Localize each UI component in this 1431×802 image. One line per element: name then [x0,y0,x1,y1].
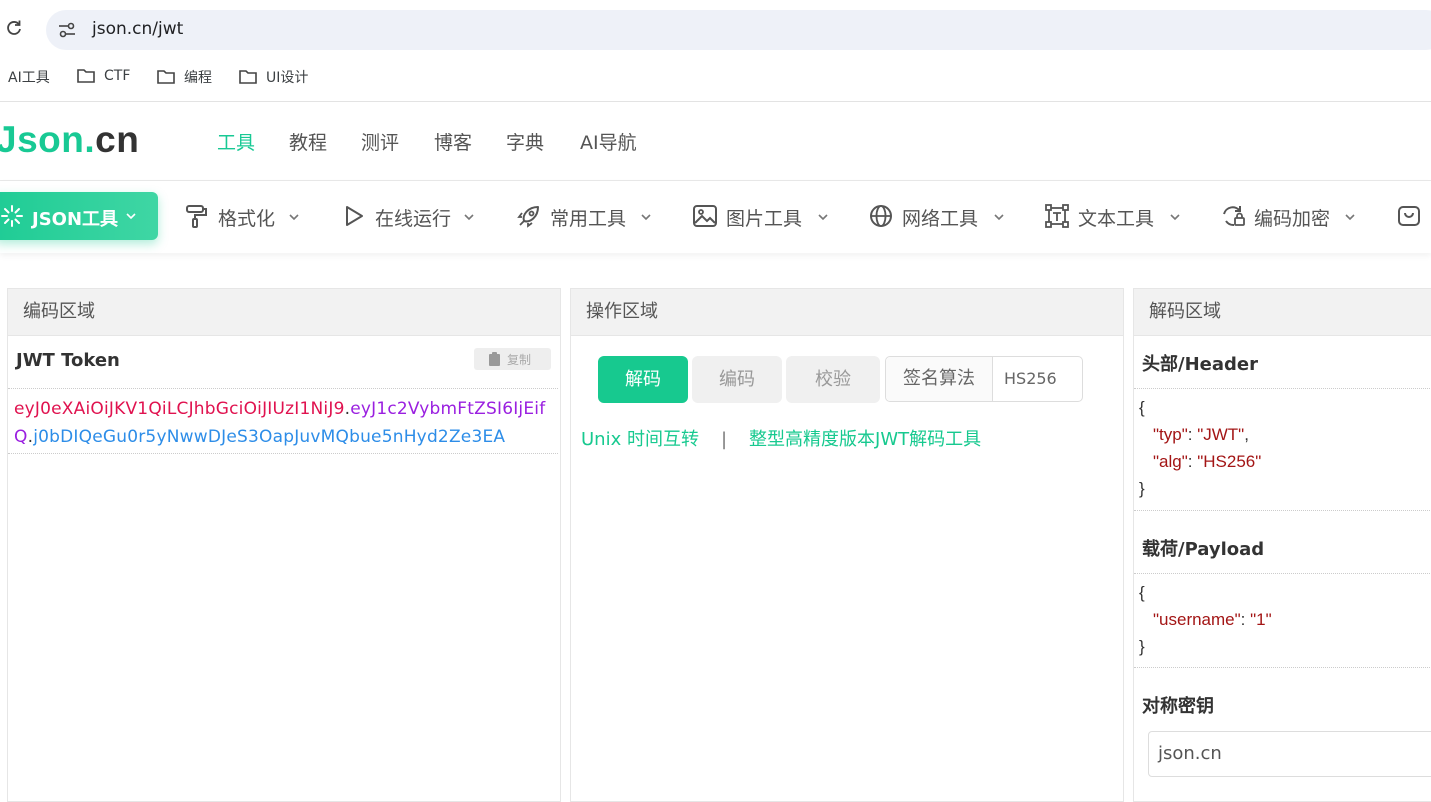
colon: : [1240,610,1251,629]
colon: : [1187,425,1198,444]
link-separator: | [720,429,728,450]
url-text[interactable]: json.cn/jwt [92,19,183,39]
bookmark-label: AI工具 [8,70,50,86]
payload-label: 载荷/Payload [1142,539,1265,560]
unix-time-link[interactable]: Unix 时间互转 [581,429,699,450]
logo-part1: Json. [0,119,96,160]
verify-button[interactable]: 校验 [786,356,880,403]
bookmark-label: 编程 [184,70,212,86]
url-field[interactable] [46,10,1431,50]
brace: } [1139,637,1145,656]
json-key: "alg" [1153,452,1188,471]
nav-tutorials[interactable]: 教程 [289,128,327,155]
sparkle-icon [1,205,23,227]
tool-label: 常用工具 [550,208,627,230]
chevron-down-icon [289,214,299,221]
header-json[interactable]: { "typ": "JWT", "alg": "HS256" } [1134,388,1431,511]
bookmark-ai-tools[interactable]: AI工具 [8,67,50,87]
folder-icon [157,70,175,84]
brace: { [1139,398,1145,417]
operation-panel: 操作区域 解码 编码 校验 签名算法 HS256 Unix 时间互转 | 整型高精度… [570,288,1124,802]
text-frame-icon [1045,204,1069,228]
bookmarks-bar: AI工具 CTF 编程 UI设计 [0,62,1431,92]
tool-label: 格式化 [218,208,276,230]
tool-label: 在线运行 [375,208,452,230]
colon: : [1187,452,1198,471]
panel-title: 解码区域 [1134,289,1431,336]
chevron-down-icon [641,214,651,221]
play-icon [346,206,363,226]
json-value: "1" [1250,610,1272,629]
folder-icon [239,70,257,84]
decode-panel: 解码区域 头部/Header { "typ": "JWT", "alg": "H… [1133,288,1431,802]
tool-label: 网络工具 [902,208,979,230]
header-label: 头部/Header [1142,354,1258,375]
nav-ai-navigation[interactable]: AI导航 [580,128,637,155]
clipboard-icon [489,352,500,366]
algorithm-label: 签名算法 [886,357,993,401]
comma: , [1244,425,1249,444]
encode-button[interactable]: 编码 [692,356,782,403]
json-value: "HS256" [1197,452,1262,471]
decode-button[interactable]: 解码 [598,356,688,403]
bookmark-programming[interactable]: 编程 [156,67,212,87]
bag-icon [1398,206,1420,226]
panel-title: 操作区域 [571,289,1123,336]
panel-title: 编码区域 [8,289,560,336]
browser-address-bar: json.cn/jwt [0,0,1431,60]
rocket-icon [517,206,539,228]
bookmark-label: UI设计 [266,70,309,86]
nav-reviews[interactable]: 测评 [361,128,399,155]
tool-label: JSON工具 [32,209,119,230]
tool-label: 图片工具 [726,208,803,230]
algorithm-value: HS256 [1004,369,1057,388]
secret-key-input[interactable]: json.cn [1148,731,1431,777]
json-key: "username" [1153,610,1241,629]
copy-label: 复制 [507,353,532,367]
copy-button[interactable]: 复制 [474,348,551,370]
refresh-lock-icon [1223,206,1245,226]
nav-dictionary[interactable]: 字典 [506,128,544,155]
secret-key-label: 对称密钥 [1142,696,1214,717]
chevron-down-icon [994,214,1004,221]
jwt-token-label: JWT Token [16,350,120,371]
json-key: "typ" [1153,425,1188,444]
tool-label: 文本工具 [1078,208,1155,230]
nav-blog[interactable]: 博客 [434,128,472,155]
reload-icon[interactable] [4,18,24,38]
paint-roller-icon [186,205,207,228]
tool-json-tools[interactable]: JSON工具 [0,192,158,240]
nav-tools[interactable]: 工具 [217,128,255,155]
tool-nav: JSON工具 格式化 在线运行 常用工具 图片工具 网络工具 文本工具 编码加密 [0,181,1431,253]
tool-label: 编码加密 [1254,208,1331,230]
chevron-down-icon [126,213,136,220]
chevron-down-icon [1170,214,1180,221]
brace: } [1139,479,1145,498]
image-icon [693,205,717,227]
site-info-icon[interactable] [56,19,78,41]
bookmark-ui-design[interactable]: UI设计 [238,67,308,87]
bigint-jwt-decoder-link[interactable]: 整型高精度版本JWT解码工具 [749,429,981,450]
chrome-divider [0,101,1431,102]
folder-icon [77,69,95,83]
chevron-down-icon [818,214,828,221]
encode-panel: 编码区域 JWT Token 复制 eyJ0eXAiOiJKV1QiLCJhbG… [7,288,561,802]
globe-icon [870,205,892,227]
token-header: eyJ0eXAiOiJKV1QiLCJhbGciOiJIUzI1NiJ9 [14,399,345,419]
site-logo[interactable]: Json.cn [0,119,139,161]
logo-part2: cn [95,119,140,160]
token-signature: j0bDIQeGu0r5yNwwDJeS3OapJuvMQbue5nHyd2Ze… [33,427,506,447]
chevron-down-icon [464,214,474,221]
signature-algorithm-select[interactable]: 签名算法 HS256 [885,356,1083,402]
payload-json[interactable]: { "username": "1" } [1134,573,1431,668]
bookmark-ctf[interactable]: CTF [76,67,130,85]
chevron-down-icon [1345,214,1355,221]
jwt-token-input[interactable]: eyJ0eXAiOiJKV1QiLCJhbGciOiJIUzI1NiJ9.eyJ… [8,388,558,454]
json-value: "JWT" [1197,425,1245,444]
bookmark-label: CTF [104,68,131,84]
brace: { [1139,583,1145,602]
tool-links: Unix 时间互转 | 整型高精度版本JWT解码工具 [581,425,981,451]
